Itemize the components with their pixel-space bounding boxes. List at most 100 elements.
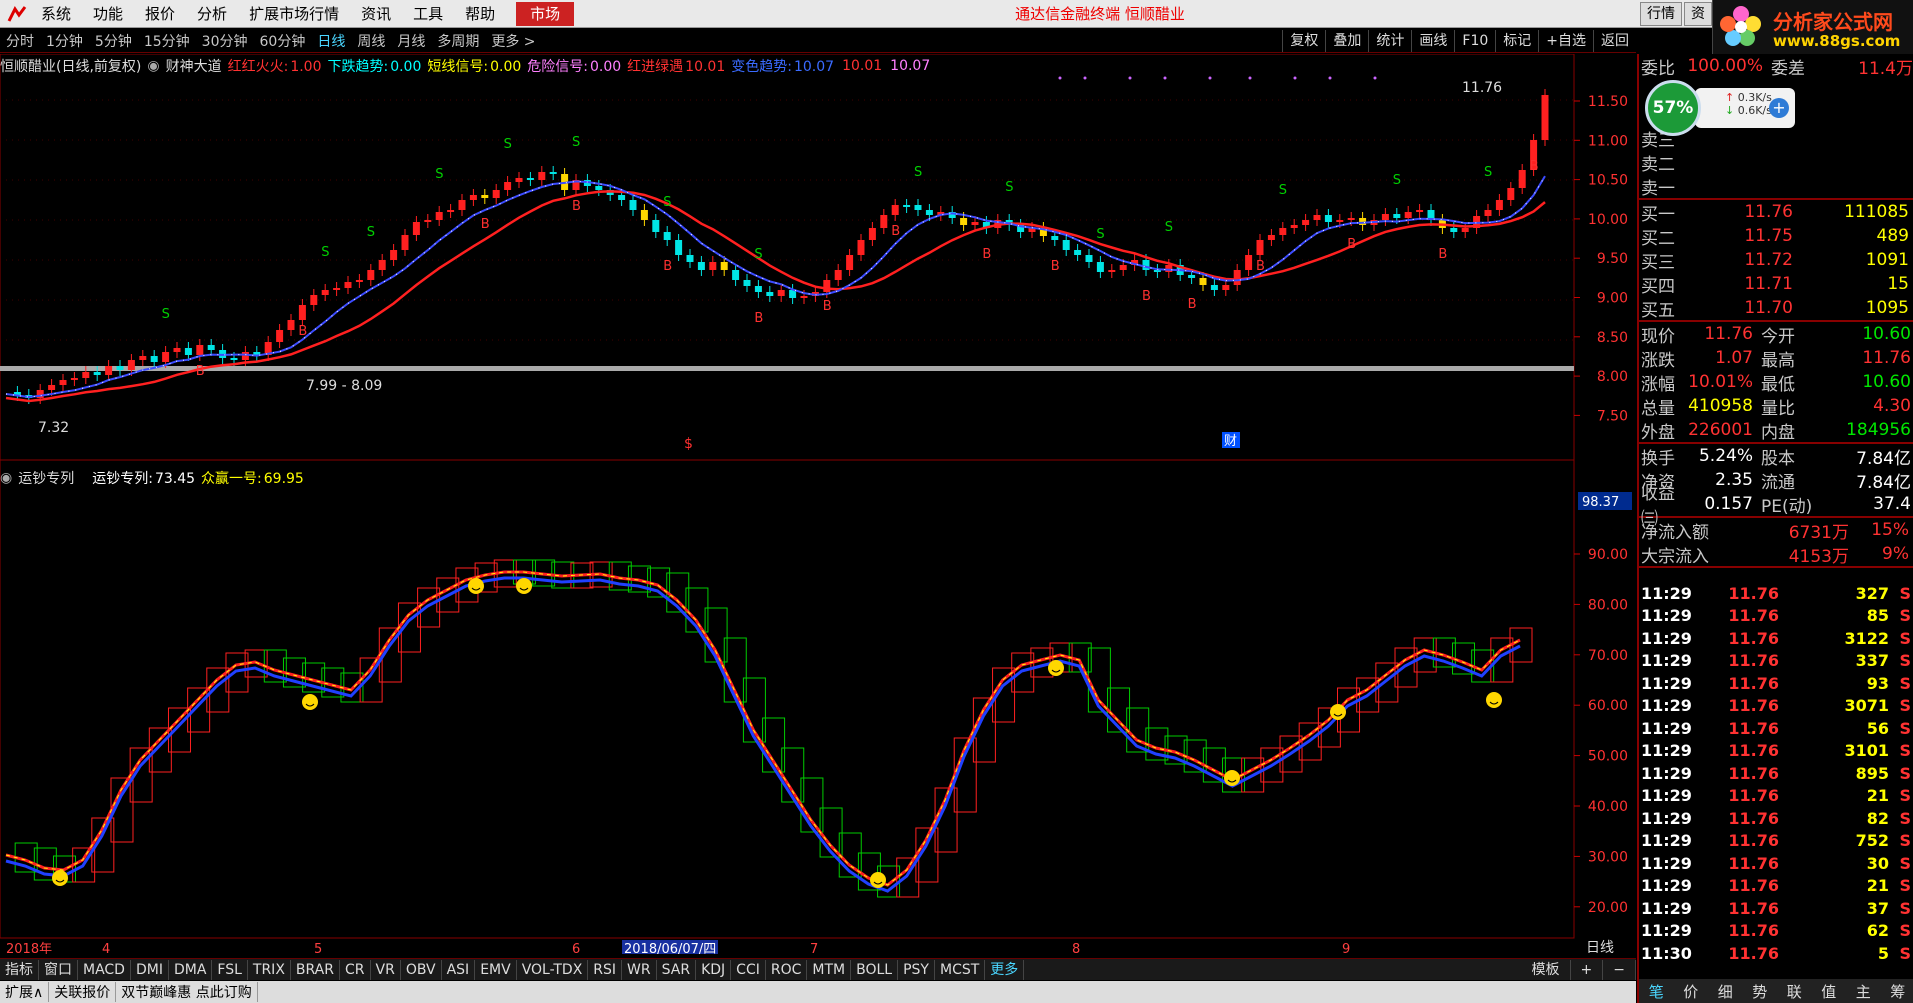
period-tab-8[interactable]: 月线: [391, 31, 431, 51]
candle-body: [333, 288, 341, 290]
candle-body: [880, 215, 888, 228]
indicator-tab-17[interactable]: KDJ: [696, 959, 732, 980]
tick-side: S: [1899, 808, 1911, 828]
menu-item-2[interactable]: 报价: [134, 0, 186, 28]
menu-item-1[interactable]: 功能: [82, 0, 134, 28]
menu-item-3[interactable]: 分析: [186, 0, 238, 28]
bid-row[interactable]: 买二 11.75 489: [1639, 224, 1913, 249]
indicator-tab-11[interactable]: ASI: [442, 959, 476, 980]
candle-body: [82, 372, 90, 378]
tool-button-1[interactable]: 叠加: [1325, 30, 1368, 52]
ask-row[interactable]: 卖一: [1639, 174, 1913, 199]
panel-tab-0[interactable]: 笔: [1649, 981, 1664, 1002]
settings-icon[interactable]: ◉: [147, 58, 159, 74]
status-item-2[interactable]: 双节巅峰惠 点此订购: [116, 982, 258, 1002]
formula-name[interactable]: 财神大道: [166, 56, 222, 76]
indicator-tab-24[interactable]: 更多: [985, 959, 1025, 980]
tool-button-0[interactable]: 复权: [1282, 30, 1325, 52]
ask-row[interactable]: 卖二: [1639, 150, 1913, 175]
bid-row[interactable]: 买五 11.70 1095: [1639, 296, 1913, 321]
menu-item-7[interactable]: 帮助: [454, 0, 506, 28]
candle-body: [903, 205, 911, 207]
indicator-tab-0[interactable]: 指标: [0, 959, 39, 980]
plus-icon[interactable]: +: [1769, 98, 1789, 118]
indicator-tab-13[interactable]: VOL-TDX: [517, 959, 589, 980]
net-speed-widget[interactable]: ↑ 0.3K/s ↓ 0.6K/s + 57%: [1645, 80, 1795, 136]
indicator-tab-23[interactable]: MCST: [935, 959, 986, 980]
indicator-tab-10[interactable]: OBV: [401, 959, 442, 980]
indicator-tab-18[interactable]: CCI: [731, 959, 766, 980]
tool-button-6[interactable]: +自选: [1538, 30, 1593, 52]
menu-item-5[interactable]: 资讯: [350, 0, 402, 28]
period-tab-6[interactable]: 日线: [311, 31, 351, 51]
indicator-tab-6[interactable]: TRIX: [248, 959, 291, 980]
tool-button-2[interactable]: 统计: [1368, 30, 1411, 52]
market-menu[interactable]: 市场: [516, 1, 575, 26]
period-tab-0[interactable]: 分时: [0, 31, 40, 51]
panel-tab-7[interactable]: 筹: [1890, 981, 1905, 1002]
indicator-tab-21[interactable]: BOLL: [851, 959, 899, 980]
candle-body: [686, 255, 694, 262]
indicator-tab-7[interactable]: BRAR: [291, 959, 340, 980]
period-tab-7[interactable]: 周线: [351, 31, 391, 51]
template-button-1[interactable]: +: [1571, 959, 1604, 980]
indicator-tab-3[interactable]: DMI: [131, 959, 169, 980]
flow-row: 大宗流入 4153万 9%: [1639, 542, 1913, 567]
tick-list[interactable]: 11:29 11.76 327 S 11:29 11.76 85 S 11:29 11.76 312…: [1639, 582, 1913, 965]
tool-button-7[interactable]: 返回: [1593, 30, 1636, 52]
indicator-tab-15[interactable]: WR: [622, 959, 657, 980]
period-tab-9[interactable]: 多周期: [431, 31, 485, 51]
indicator-tab-16[interactable]: SAR: [657, 959, 697, 980]
panel-tab-5[interactable]: 值: [1821, 981, 1836, 1002]
menu-item-0[interactable]: 系统: [30, 0, 82, 28]
indicator-tab-1[interactable]: 窗口: [39, 959, 78, 980]
indicator-tab-2[interactable]: MACD: [78, 959, 131, 980]
settings-icon[interactable]: ◉: [0, 470, 12, 486]
indicator-tab-4[interactable]: DMA: [169, 959, 213, 980]
panel-tab-3[interactable]: 势: [1752, 981, 1767, 1002]
tool-button-5[interactable]: 标记: [1495, 30, 1538, 52]
window-tab-0[interactable]: 行情: [1640, 2, 1682, 26]
tool-button-3[interactable]: 画线: [1411, 30, 1454, 52]
period-tab-5[interactable]: 60分钟: [254, 31, 312, 51]
template-button-0[interactable]: 模板: [1522, 959, 1571, 980]
menu-item-6[interactable]: 工具: [402, 0, 454, 28]
chart-area[interactable]: 11.50 11.00 10.50 10.00 9.50 9.00 8.50 8.00 7.50…: [0, 54, 1636, 954]
period-tab-10[interactable]: 更多 >: [485, 31, 541, 51]
bid-row[interactable]: 买三 11.72 1091: [1639, 248, 1913, 273]
tick-price: 11.76: [1728, 763, 1779, 783]
panel-tab-1[interactable]: 价: [1683, 981, 1698, 1002]
tick-time: 11:30: [1641, 943, 1692, 963]
period-tab-2[interactable]: 5分钟: [89, 31, 138, 51]
window-tab-1[interactable]: 资: [1684, 2, 1712, 26]
indicator-tab-19[interactable]: ROC: [766, 959, 808, 980]
indicator-tab-5[interactable]: FSL: [212, 959, 248, 980]
menu-item-4[interactable]: 扩展市场行情: [238, 0, 350, 28]
indicator-tab-12[interactable]: EMV: [475, 959, 517, 980]
indicator-tab-14[interactable]: RSI: [588, 959, 623, 980]
template-button-2[interactable]: −: [1603, 959, 1636, 980]
period-tab-4[interactable]: 30分钟: [196, 31, 254, 51]
status-item-0[interactable]: 扩展∧: [0, 982, 50, 1002]
danger-mark: [1293, 76, 1297, 80]
tool-button-4[interactable]: F10: [1454, 30, 1495, 52]
tick-side: S: [1899, 898, 1911, 918]
indicator-tab-9[interactable]: VR: [371, 959, 401, 980]
panel-tab-2[interactable]: 细: [1718, 981, 1733, 1002]
sub-formula-name[interactable]: 运钞专列: [18, 468, 74, 488]
panel-tab-4[interactable]: 联: [1787, 981, 1802, 1002]
indicator-tab-8[interactable]: CR: [340, 959, 371, 980]
bid-row[interactable]: 买四 11.71 15: [1639, 272, 1913, 297]
candle-body: [458, 200, 466, 210]
candle-body: [629, 200, 637, 210]
candle-body: [663, 232, 671, 240]
period-tab-1[interactable]: 1分钟: [40, 31, 89, 51]
candle-body: [150, 356, 158, 362]
indicator-tab-22[interactable]: PSY: [898, 959, 935, 980]
indicator-tab-20[interactable]: MTM: [807, 959, 852, 980]
status-item-1[interactable]: 关联报价: [49, 982, 117, 1002]
brand-url[interactable]: www.88gs.com: [1773, 32, 1900, 50]
panel-tab-6[interactable]: 主: [1856, 981, 1871, 1002]
period-tab-3[interactable]: 15分钟: [138, 31, 196, 51]
bid-row[interactable]: 买一 11.76 111085: [1639, 200, 1913, 225]
